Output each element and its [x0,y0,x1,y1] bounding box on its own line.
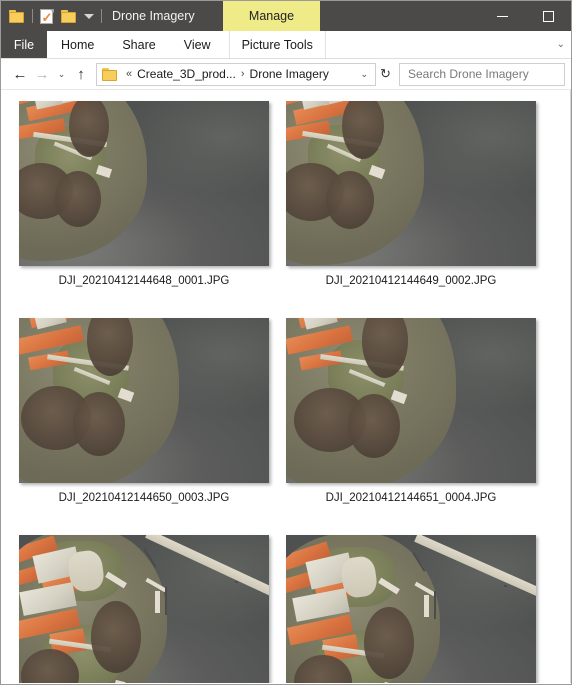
search-box[interactable]: Search Drone Imagery [399,62,565,86]
contextual-tab-header-manage[interactable]: Manage [223,1,320,31]
chevron-down-icon: ⌄ [556,39,565,50]
forward-arrow-icon: → [34,65,50,83]
minimize-icon [496,15,508,17]
file-name-label: DJI_20210412144649_0002.JPG [325,275,497,287]
window-controls [479,1,571,31]
tab-file-label: File [13,37,35,52]
tab-home[interactable]: Home [47,31,108,58]
thumbnail-image[interactable] [286,318,536,483]
thumbnail-image[interactable] [286,101,536,266]
thumbnail-image[interactable] [19,318,269,483]
list-item[interactable]: DJI_20210412144649_0002.JPG [286,101,553,287]
thumbnail-image[interactable] [19,101,269,266]
tab-picture-tools-label: Picture Tools [241,37,313,52]
breadcrumb-separator[interactable]: › [236,68,250,80]
list-item[interactable]: DJI_20210412144648_0001.JPG [19,101,286,287]
file-list-view[interactable]: DJI_20210412144648_0001.JPG DJI_20210412… [1,90,571,683]
quick-access-toolbar: ✓ [1,1,102,31]
title-bar: ✓ Drone Imagery Manage [1,1,571,31]
breadcrumb-item-current[interactable]: Drone Imagery [250,67,329,81]
back-button[interactable]: ← [9,62,31,86]
maximize-button[interactable] [525,1,571,31]
tab-picture-tools[interactable]: Picture Tools [228,31,326,58]
tab-share[interactable]: Share [108,31,169,58]
search-input[interactable]: Search Drone Imagery [408,67,529,81]
tab-view[interactable]: View [170,31,225,58]
breadcrumb-item-parent[interactable]: Create_3D_prod... [137,67,236,81]
refresh-icon: ↻ [380,66,391,81]
qat-separator [32,9,33,23]
list-item[interactable]: DJI_20210412144652_0005.JPG [19,535,286,683]
address-bar: ← → ⌄ ↑ « Create_3D_prod... › Drone Imag… [1,59,571,90]
file-name-label: DJI_20210412144650_0003.JPG [58,492,230,504]
maximize-icon [542,10,554,22]
tab-share-label: Share [122,37,156,52]
folder-icon [102,67,118,81]
list-item[interactable]: DJI_20210412144653_0006.JPG [286,535,553,683]
list-item[interactable]: DJI_20210412144650_0003.JPG [19,318,286,504]
up-button[interactable]: ↑ [70,62,92,86]
thumbnail-grid: DJI_20210412144648_0001.JPG DJI_20210412… [1,90,570,683]
chevron-down-icon[interactable] [84,13,94,19]
ribbon-expand-button[interactable]: ⌄ [557,31,565,58]
window-title: Drone Imagery [112,9,195,23]
file-name-label: DJI_20210412144648_0001.JPG [58,275,230,287]
file-name-label: DJI_20210412144651_0004.JPG [325,492,497,504]
up-arrow-icon: ↑ [77,65,85,83]
tab-view-label: View [183,37,211,52]
minimize-button[interactable] [479,1,525,31]
thumbnail-image[interactable] [19,535,269,683]
forward-button[interactable]: → [31,62,53,86]
back-arrow-icon: ← [12,65,28,83]
breadcrumb-overflow[interactable]: « [121,68,137,80]
explorer-icon[interactable] [9,9,25,23]
file-explorer-window: ✓ Drone Imagery Manage File Home Share V… [0,0,572,685]
tab-file[interactable]: File [1,31,47,58]
tab-home-label: Home [61,37,95,52]
thumbnail-image[interactable] [286,535,536,683]
properties-icon[interactable]: ✓ [40,8,54,24]
recent-locations-button[interactable]: ⌄ [53,62,70,86]
new-folder-icon[interactable] [61,9,77,23]
island-region [19,535,167,683]
ribbon-tab-strip: File Home Share View Picture Tools ⌄ [1,31,571,59]
chevron-down-icon: ⌄ [57,68,66,79]
breadcrumb[interactable]: « Create_3D_prod... › Drone Imagery ⌄ [96,62,376,86]
refresh-button[interactable]: ↻ [376,63,395,86]
contextual-tab-header-label: Manage [248,9,295,23]
qat-separator-2 [101,9,102,23]
chevron-down-icon[interactable]: ⌄ [353,69,375,80]
list-item[interactable]: DJI_20210412144651_0004.JPG [286,318,553,504]
